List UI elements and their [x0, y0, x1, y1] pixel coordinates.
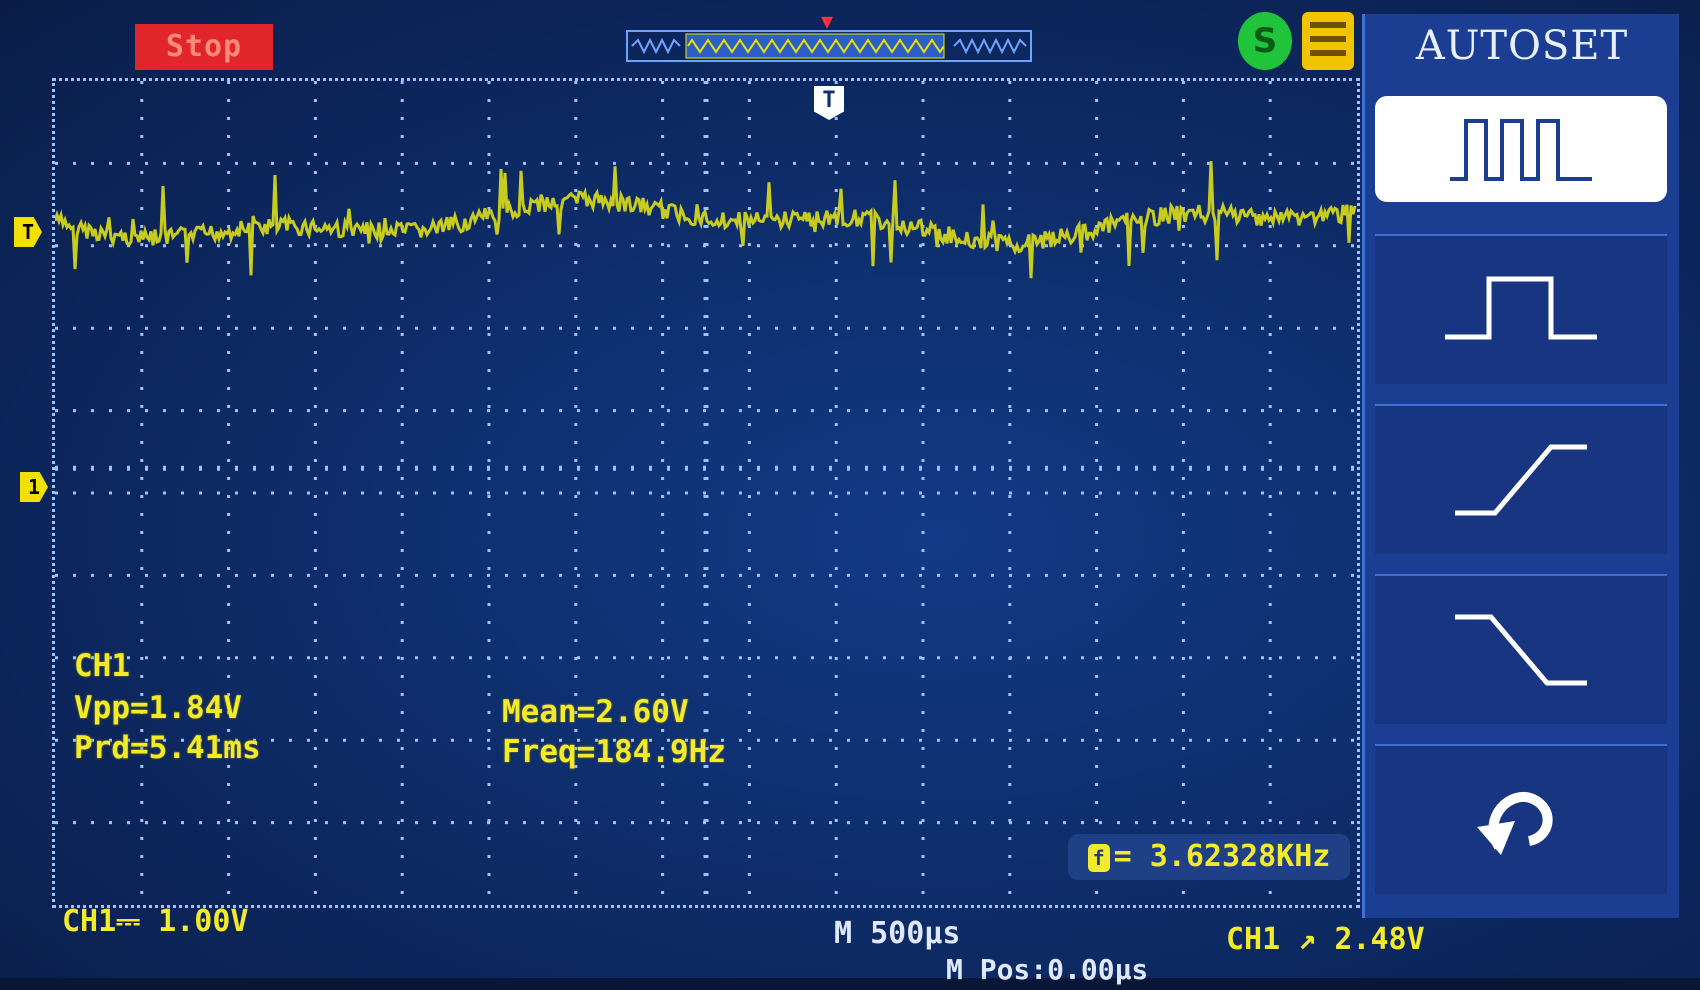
horizontal-position: M Pos:0.00µs — [946, 953, 1149, 986]
ch1-ground-marker[interactable]: 1 — [20, 472, 48, 502]
timebase-overview-bar — [626, 30, 1032, 62]
menu-item-undo[interactable] — [1375, 744, 1667, 894]
measurement-frequency: Freq=184.9Hz — [502, 734, 726, 770]
usb-status-icon: S — [1238, 12, 1292, 70]
ch1-waveform-trace — [55, 161, 1357, 279]
single-pulse-icon — [1445, 276, 1597, 340]
frequency-counter-value: = 3.62328KHz — [1113, 839, 1331, 874]
waveform-display — [52, 78, 1360, 908]
measurement-vpp: Vpp=1.84V — [74, 690, 242, 726]
print-save-icon — [1302, 12, 1354, 70]
run-stop-status[interactable]: Stop — [135, 24, 273, 70]
measurement-period: Prd=5.41ms — [74, 730, 261, 766]
trigger-position-marker-icon: ▼ — [820, 9, 834, 33]
measurement-mean: Mean=2.60V — [502, 694, 689, 730]
multi-period-icon — [1450, 119, 1592, 181]
graticule — [55, 81, 1357, 905]
ch1-volts-per-div[interactable]: CH1⎓ 1.00V — [62, 902, 249, 942]
menu-item-multi-period[interactable] — [1375, 96, 1667, 202]
menu-title: AUTOSET — [1365, 14, 1679, 78]
menu-item-rising-edge[interactable] — [1375, 404, 1667, 554]
rising-edge-icon — [1455, 444, 1587, 516]
oscilloscope-screen: Stop ▼ S T 1 T CH1 Vpp=1.84V Prd=5.41ms … — [0, 0, 1700, 986]
falling-edge-icon — [1455, 614, 1587, 686]
timebase-setting[interactable]: M 500µs — [834, 914, 960, 954]
undo-icon — [1477, 792, 1553, 855]
trigger-level-marker[interactable]: T — [14, 217, 42, 247]
menu-item-single-pulse[interactable] — [1375, 234, 1667, 384]
autoset-menu: AUTOSET — [1362, 14, 1679, 918]
menu-item-falling-edge[interactable] — [1375, 574, 1667, 724]
trigger-setting[interactable]: CH1 ↗ 2.48V — [1226, 920, 1425, 960]
frequency-counter-icon: f — [1087, 843, 1110, 872]
measurement-channel: CH1 — [74, 648, 130, 684]
frequency-counter: f = 3.62328KHz — [1068, 834, 1350, 880]
